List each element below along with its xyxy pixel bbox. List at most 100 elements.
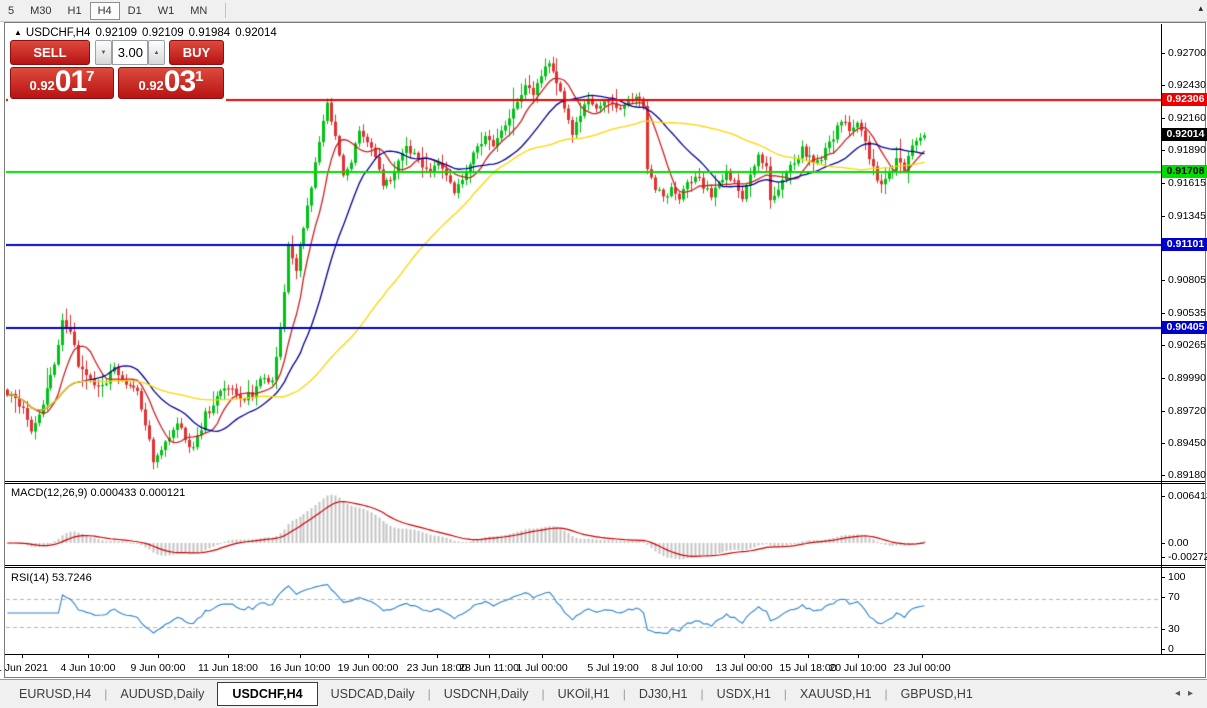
hline-price-tag[interactable]: 0.90405 [1162, 321, 1207, 334]
time-tick [489, 655, 490, 658]
macd-tick-label: 0.00 [1168, 537, 1207, 549]
close-value: 0.92014 [235, 27, 277, 39]
pane-divider[interactable] [5, 565, 1205, 568]
timeframe-button-H1[interactable]: H1 [60, 2, 90, 20]
time-tick-label: 1 Jul 00:00 [505, 662, 579, 674]
time-tick [542, 655, 543, 658]
time-tick-label: 5 Jul 19:00 [576, 662, 650, 674]
time-tick [437, 655, 438, 658]
time-tick [613, 655, 614, 658]
tab-XAUUSD,H1[interactable]: XAUUSD,H1 [787, 683, 885, 705]
time-tick-label: 19 Jun 00:00 [331, 662, 405, 674]
trade-panel-collapse-icon[interactable]: ▲ [14, 28, 22, 37]
price-tick-label: 0.89450 [1168, 437, 1207, 449]
axis-tick [1161, 280, 1165, 281]
axis-tick [1161, 629, 1165, 630]
axis-tick [1161, 183, 1165, 184]
pane-divider[interactable] [5, 481, 1205, 484]
sell-price-prefix: 0.92 [29, 78, 54, 93]
time-tick [228, 655, 229, 658]
timeframe-button-MN[interactable]: MN [182, 2, 215, 20]
tab-USDCAD,Daily[interactable]: USDCAD,Daily [318, 683, 428, 705]
price-tick-label: 0.92700 [1168, 47, 1207, 59]
rsi-label: RSI(14) 53.7246 [11, 572, 92, 584]
price-tick-label: 0.89180 [1168, 469, 1207, 481]
rsi-tick-label: 0 [1168, 643, 1207, 655]
time-tick-label: 16 Jun 10:00 [263, 662, 337, 674]
axis-tick [1161, 53, 1165, 54]
time-tick [158, 655, 159, 658]
tab-DJ30,H1[interactable]: DJ30,H1 [626, 683, 701, 705]
buy-button[interactable]: BUY [169, 40, 224, 65]
buy-price-display[interactable]: 0.92031 [118, 67, 224, 99]
time-tick [677, 655, 678, 658]
tab-scroll-right-icon[interactable]: ▸ [1188, 688, 1201, 699]
volume-increase-button[interactable]: ▲ [148, 40, 165, 65]
sell-price-main: 01 [55, 68, 86, 96]
sell-price-display[interactable]: 0.92017 [10, 67, 114, 99]
toolbar-scroll-up-icon[interactable]: ▴ [1198, 3, 1203, 14]
volume-input[interactable] [112, 40, 148, 65]
tab-USDCNH,Daily[interactable]: USDCNH,Daily [431, 683, 542, 705]
time-tick-label: 20 Jul 10:00 [821, 662, 895, 674]
timeframe-button-D1[interactable]: D1 [120, 2, 150, 20]
price-tick-label: 0.90535 [1168, 307, 1207, 319]
price-tick-label: 0.92430 [1168, 79, 1207, 91]
current-price-tag[interactable]: 0.92014 [1162, 128, 1207, 141]
time-axis-line [5, 654, 1205, 655]
hline-price-tag[interactable]: 0.92306 [1162, 93, 1207, 106]
symbol-tabs: EURUSD,H4|AUDUSD,DailyUSDCHF,H4USDCAD,Da… [6, 682, 986, 706]
axis-tick [1161, 378, 1165, 379]
price-tick-label: 0.89720 [1168, 405, 1207, 417]
tab-AUDUSD,Daily[interactable]: AUDUSD,Daily [107, 683, 217, 705]
hline-price-tag[interactable]: 0.91101 [1162, 238, 1207, 251]
macd-tick-label: -0.002726 [1168, 551, 1207, 563]
rsi-tick-label: 70 [1168, 591, 1207, 603]
one-click-trade-panel: SELL ▼ ▲ BUY 0.92017 0.92031 [8, 38, 226, 102]
tab-USDCHF,H4[interactable]: USDCHF,H4 [217, 682, 317, 706]
tab-UKOil,H1[interactable]: UKOil,H1 [545, 683, 623, 705]
axis-tick [1161, 496, 1165, 497]
timeframe-button-W1[interactable]: W1 [150, 2, 183, 20]
buy-price-main: 03 [164, 68, 195, 96]
axis-tick [1161, 118, 1165, 119]
axis-tick [1161, 345, 1165, 346]
hline-price-tag[interactable]: 0.91708 [1162, 165, 1207, 178]
timeframe-button-5[interactable]: 5 [0, 2, 22, 20]
axis-tick [1161, 577, 1165, 578]
macd-label: MACD(12,26,9) 0.000433 0.000121 [11, 487, 185, 499]
sell-button[interactable]: SELL [10, 40, 90, 65]
timeframe-items: 5M30H1H4D1W1MN [0, 1, 215, 20]
price-tick-label: 0.90805 [1168, 274, 1207, 286]
axis-tick [1161, 475, 1165, 476]
tab-scroll-left-icon[interactable]: ◂ [1175, 688, 1188, 699]
tab-EURUSD,H4[interactable]: EURUSD,H4 [6, 683, 104, 705]
buy-price-prefix: 0.92 [138, 78, 163, 93]
time-tick [922, 655, 923, 658]
rsi-indicator-canvas[interactable] [6, 568, 1161, 654]
timeframe-button-M30[interactable]: M30 [22, 2, 59, 20]
chart-window: ▲USDCHF,H40.921090.921090.919840.92014 S… [4, 22, 1206, 678]
time-tick [744, 655, 745, 658]
axis-tick [1161, 85, 1165, 86]
time-tick-label: 11 Jun 18:00 [191, 662, 265, 674]
toolbar-separator [225, 3, 226, 18]
axis-tick [1161, 597, 1165, 598]
sell-price-pip: 7 [86, 68, 94, 85]
tab-GBPUSD,H1[interactable]: GBPUSD,H1 [888, 683, 986, 705]
tab-USDX,H1[interactable]: USDX,H1 [704, 683, 784, 705]
time-tick-label: 13 Jul 00:00 [707, 662, 781, 674]
price-tick-label: 0.91615 [1168, 177, 1207, 189]
time-tick [88, 655, 89, 658]
volume-decrease-button[interactable]: ▼ [95, 40, 112, 65]
timeframe-button-H4[interactable]: H4 [90, 2, 120, 20]
time-tick-label: 8 Jul 10:00 [640, 662, 714, 674]
axis-tick [1161, 216, 1165, 217]
buy-price-pip: 1 [195, 68, 203, 85]
axis-tick [1161, 557, 1165, 558]
axis-tick [1161, 313, 1165, 314]
price-tick-label: 0.91890 [1168, 144, 1207, 156]
axis-tick [1161, 649, 1165, 650]
axis-tick [1161, 411, 1165, 412]
price-tick-label: 0.91345 [1168, 210, 1207, 222]
